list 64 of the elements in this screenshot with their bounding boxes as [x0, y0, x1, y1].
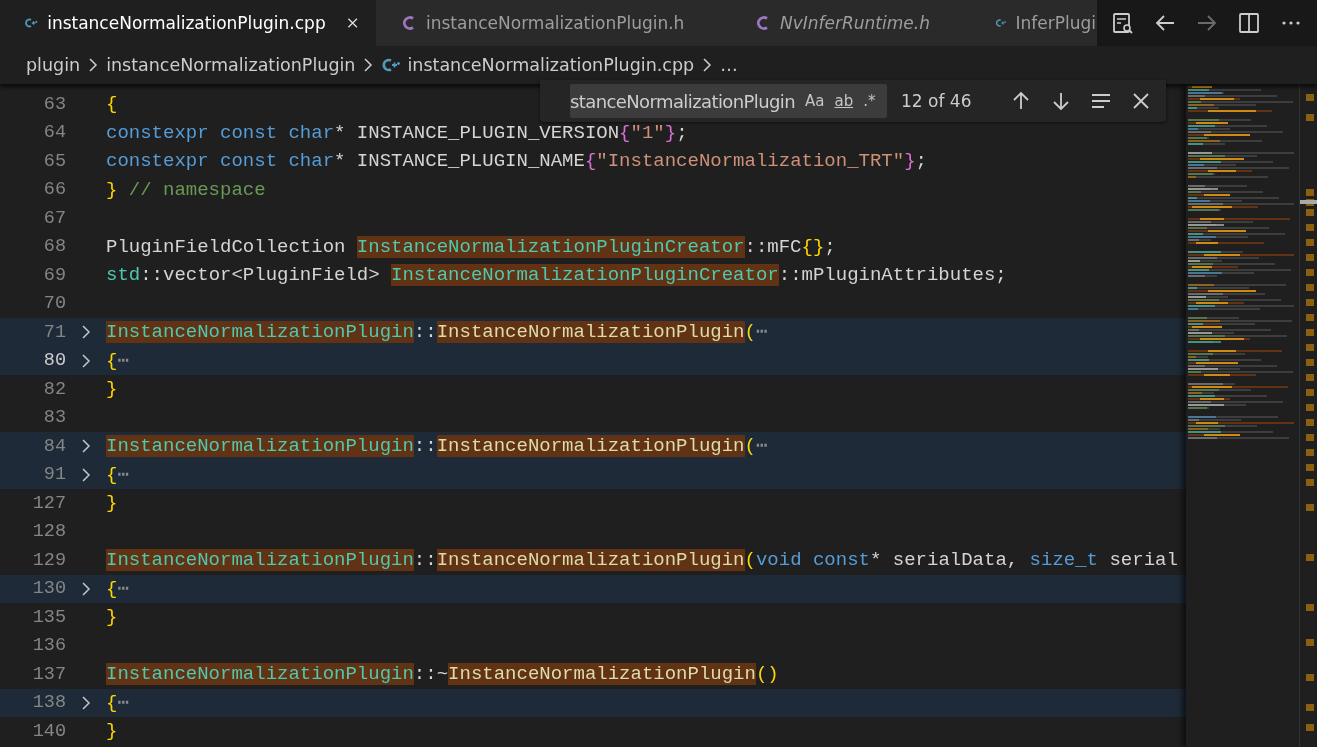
- line-number: 84: [42, 435, 66, 457]
- code-line: }: [106, 605, 118, 630]
- find-option-toggle[interactable]: Aa: [802, 90, 828, 112]
- breadcrumb-item[interactable]: …: [720, 55, 738, 75]
- c-file-icon: [757, 16, 768, 30]
- close-icon[interactable]: [346, 15, 358, 31]
- line-number: 83: [42, 407, 66, 429]
- breadcrumb-item[interactable]: instanceNormalizationPlugin: [106, 55, 356, 75]
- code-line: }: [106, 377, 118, 402]
- find-option-toggle[interactable]: ab: [831, 90, 857, 112]
- line-number: 127: [31, 492, 66, 514]
- line-number: 128: [31, 521, 66, 543]
- breadcrumb-item[interactable]: instanceNormalizationPlugin.cpp: [407, 55, 695, 75]
- breadcrumb-item[interactable]: plugin: [26, 55, 81, 75]
- code-line: }: [106, 719, 118, 744]
- code-line: std::vector<PluginField> InstanceNormalizationPluginCreator::mPluginAttributes;: [106, 263, 1007, 288]
- find-field[interactable]: stanceNormalizationPlugin Aa ab .*: [570, 84, 888, 118]
- code-line: {⋯: [106, 462, 129, 488]
- cpp-file-icon: [25, 18, 38, 28]
- line-number: 70: [42, 293, 66, 315]
- code-line: InstanceNormalizationPlugin::InstanceNormalizationPlugin(void const* serialData, size_t serial: [106, 548, 1178, 573]
- line-number: 64: [42, 122, 66, 144]
- cpp-file-icon: [995, 19, 1007, 27]
- find-option-toggle[interactable]: .*: [860, 90, 879, 112]
- code-line: {⋯: [106, 576, 129, 602]
- line-number: 66: [42, 179, 66, 201]
- line-number: 136: [31, 635, 66, 657]
- line-number: 130: [31, 578, 66, 600]
- editor-tab[interactable]: InferPlugi: [971, 0, 1097, 46]
- line-number: 68: [42, 236, 66, 258]
- code-line: } // namespace: [106, 177, 266, 203]
- code-line: constexpr const char* INSTANCE_PLUGIN_VERSION{"1"};: [106, 120, 688, 146]
- code-line: {: [106, 92, 118, 117]
- line-number: 129: [31, 549, 66, 571]
- line-number: 138: [31, 692, 66, 714]
- line-number: 71: [42, 321, 66, 343]
- editor-tab[interactable]: NvInferRuntime.h: [731, 0, 971, 46]
- editor-tab[interactable]: instanceNormalizationPlugin.cpp: [0, 0, 377, 46]
- chevron-right-icon[interactable]: [80, 465, 92, 484]
- line-number: 135: [31, 606, 66, 628]
- cpp-file-icon: [383, 58, 402, 72]
- line-number: 137: [31, 663, 66, 685]
- code-line: PluginFieldCollection InstanceNormalizationPluginCreator::mFC{};: [106, 234, 836, 260]
- c-file-icon: [403, 16, 414, 30]
- code-line: constexpr const char* INSTANCE_PLUGIN_NAME{"InstanceNormalization_TRT"};: [106, 149, 927, 174]
- line-number: 63: [42, 93, 66, 115]
- chevron-right-icon[interactable]: [80, 579, 92, 598]
- match-count: 12 of 46: [901, 91, 973, 111]
- code-line: {⋯: [106, 690, 129, 716]
- line-number: 80: [42, 350, 66, 372]
- line-number: 91: [42, 464, 66, 486]
- chevron-right-icon[interactable]: [80, 693, 92, 712]
- editor-tab[interactable]: instanceNormalizationPlugin.h: [377, 0, 731, 46]
- line-number: 69: [42, 264, 66, 286]
- line-number: 140: [31, 720, 66, 742]
- code-line: InstanceNormalizationPlugin::~InstanceNormalizationPlugin(): [106, 662, 779, 687]
- line-number: 67: [42, 207, 66, 229]
- chevron-right-icon[interactable]: [80, 351, 92, 370]
- code-line: InstanceNormalizationPlugin::InstanceNormalizationPlugin(⋯: [106, 320, 768, 345]
- line-number: 65: [42, 150, 66, 172]
- code-line: {⋯: [106, 348, 129, 374]
- line-number: 82: [42, 378, 66, 400]
- code-line: }: [106, 491, 118, 516]
- code-line: InstanceNormalizationPlugin::InstanceNormalizationPlugin(⋯: [106, 434, 768, 459]
